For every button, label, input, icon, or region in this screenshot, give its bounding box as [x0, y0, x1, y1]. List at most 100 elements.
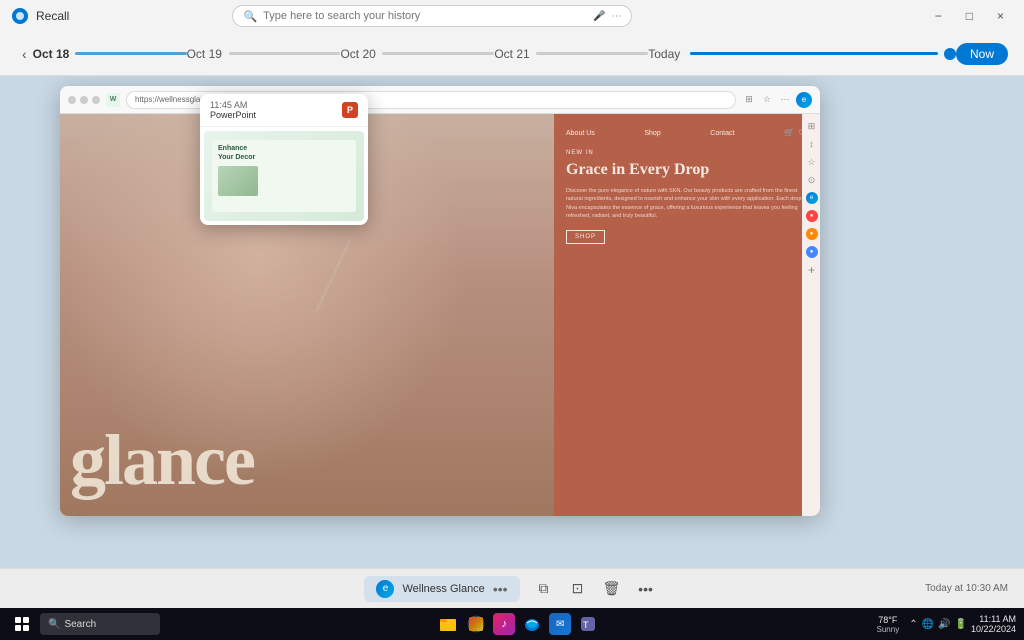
taskbar-teams[interactable]: T	[577, 613, 599, 635]
tray-network-icon[interactable]: 🌐	[922, 619, 934, 630]
win-system-tray: 78°F Sunny ⌃ 🌐 🔊 🔋 11:11 AM 10/22/2024	[877, 614, 1016, 634]
timeline-track-oct19	[229, 52, 341, 55]
now-button[interactable]: Now	[956, 43, 1008, 65]
right-bar-icon-4[interactable]: ⊙	[806, 174, 818, 186]
timeline-bar: ‹ Oct 18 Oct 19 Oct 20 Oct 21 Today Now	[0, 32, 1024, 76]
tray-sound-icon[interactable]: 🔊	[938, 619, 950, 630]
timeline-oct21-label[interactable]: Oct 21	[494, 47, 530, 61]
main-content: W https://wellnessglance.com ⊞ ☆ ⋯ e gla…	[0, 76, 1024, 568]
clock-date: 10/22/2024	[971, 624, 1016, 634]
dot-max	[92, 96, 100, 104]
taskbar-mail[interactable]: ✉	[549, 613, 571, 635]
browser-window: W https://wellnessglance.com ⊞ ☆ ⋯ e gla…	[60, 86, 820, 516]
recall-bottom-bar: e Wellness Glance ••• ⧉ ⊡ 🗑 ••• Today at…	[0, 568, 1024, 608]
active-app-pill[interactable]: e Wellness Glance •••	[364, 576, 519, 602]
timeline-oct19: Oct 19	[187, 47, 341, 61]
edge-pill-icon: e	[376, 580, 394, 598]
toolbar-settings-icon[interactable]: ⋯	[778, 93, 792, 107]
active-app-label: Wellness Glance	[402, 583, 484, 595]
cart-icon[interactable]: 🛒	[784, 128, 794, 138]
orange-icon[interactable]: ●	[806, 228, 818, 240]
browser-toolbar-icons: ⊞ ☆ ⋯ e	[742, 92, 812, 108]
start-icon	[15, 617, 29, 631]
search-icon: 🔍	[243, 10, 257, 23]
taskbar-action-icons: ⧉ ⊡ 🗑 •••	[530, 575, 660, 603]
close-button[interactable]: ×	[989, 7, 1012, 25]
timeline-track-oct21	[536, 52, 648, 55]
site-right-panel: About Us Shop Contact 🛒 ♡ NEW IN Grace i…	[554, 114, 820, 516]
timeline-oct18-label[interactable]: Oct 18	[33, 47, 70, 61]
right-bar-plus-icon[interactable]: +	[806, 264, 818, 276]
powerpoint-icon: P	[342, 102, 358, 118]
slide-image-placeholder	[218, 166, 258, 196]
slide-title: Enhance Your Decor	[218, 144, 350, 162]
timeline-track-oct20	[382, 52, 494, 55]
timeline-back-button[interactable]: ‹	[16, 42, 33, 66]
site-nav: About Us Shop Contact 🛒 ♡	[566, 128, 808, 138]
nav-about[interactable]: About Us	[566, 130, 595, 137]
toolbar-grid-icon[interactable]: ⊞	[742, 93, 756, 107]
browser-traffic-lights	[68, 96, 100, 104]
more-icon[interactable]: ⋯	[611, 11, 621, 22]
powerpoint-slide-preview[interactable]: Enhance Your Decor	[204, 131, 364, 221]
right-bar-icon-2[interactable]: ↕	[806, 138, 818, 150]
timeline-track-today	[690, 52, 938, 55]
timeline-track-oct18	[75, 52, 186, 55]
win-clock[interactable]: 11:11 AM 10/22/2024	[971, 614, 1016, 634]
search-input[interactable]	[263, 10, 587, 22]
app-title: Recall	[36, 9, 69, 23]
timeline-oct19-label[interactable]: Oct 19	[187, 47, 223, 61]
svg-text:T: T	[583, 620, 589, 630]
taskbar-media[interactable]: ♪	[493, 613, 515, 635]
weather-desc: Sunny	[877, 625, 900, 634]
window-controls: − □ ×	[927, 7, 1012, 25]
mic-icon[interactable]: 🎤	[593, 11, 605, 22]
windows-taskbar: 🔍 Search ♪ ✉ T	[0, 608, 1024, 640]
taskbar-photos[interactable]	[465, 613, 487, 635]
history-search-bar[interactable]: 🔍 🎤 ⋯	[232, 5, 632, 27]
action-copy-button[interactable]: ⧉	[530, 575, 558, 603]
blue-icon[interactable]: ●	[806, 246, 818, 258]
win-search-box[interactable]: 🔍 Search	[40, 613, 160, 635]
timeline-oct21: Oct 21	[494, 47, 648, 61]
tray-battery-icon[interactable]: 🔋	[955, 619, 967, 630]
popup-app-name: PowerPoint	[210, 110, 256, 120]
title-bar: Recall 🔍 🎤 ⋯ − □ ×	[0, 0, 1024, 32]
minimize-button[interactable]: −	[927, 7, 950, 25]
win-search-icon: 🔍	[48, 619, 60, 630]
red-icon[interactable]: ●	[806, 210, 818, 222]
active-app-more[interactable]: •••	[493, 581, 508, 597]
timeline-oct18: Oct 18	[33, 47, 187, 61]
action-delete-button[interactable]: 🗑	[598, 575, 626, 603]
popup-time: 11:45 AM	[210, 100, 256, 110]
browser-favicon: W	[106, 93, 120, 107]
right-bar-icon-1[interactable]: ⊞	[806, 120, 818, 132]
action-more-button[interactable]: •••	[632, 575, 660, 603]
edge-sidebar-icon[interactable]: e	[806, 192, 818, 204]
shop-button[interactable]: SHOP	[566, 230, 605, 244]
slide-inner: Enhance Your Decor	[212, 140, 356, 212]
nav-contact[interactable]: Contact	[710, 130, 734, 137]
browser-chrome: W https://wellnessglance.com ⊞ ☆ ⋯ e	[60, 86, 820, 114]
dot-close	[68, 96, 76, 104]
nav-shop[interactable]: Shop	[644, 130, 660, 137]
browser-right-bar: ⊞ ↕ ☆ ⊙ e ● ● ● +	[802, 114, 820, 516]
timeline-oct20-label[interactable]: Oct 20	[340, 47, 376, 61]
grace-description: Discover the pure elegance of nature wit…	[566, 187, 808, 220]
taskbar-edge[interactable]	[521, 613, 543, 635]
timeline-today-label[interactable]: Today	[648, 47, 684, 61]
start-button[interactable]	[8, 610, 36, 638]
timeline-oct20: Oct 20	[340, 47, 494, 61]
restore-button[interactable]: □	[958, 7, 981, 25]
right-bar-icon-3[interactable]: ☆	[806, 156, 818, 168]
grace-title: Grace in Every Drop	[566, 160, 808, 179]
tray-up-arrow[interactable]: ⌃	[909, 619, 917, 630]
toolbar-star-icon[interactable]: ☆	[760, 93, 774, 107]
edge-browser-icon: e	[796, 92, 812, 108]
popup-content: Enhance Your Decor	[200, 127, 368, 225]
clock-time: 11:11 AM	[979, 614, 1016, 624]
dot-min	[80, 96, 88, 104]
bottom-bar-right: Today at 10:30 AM	[660, 583, 1008, 594]
taskbar-file-explorer[interactable]	[437, 613, 459, 635]
action-save-button[interactable]: ⊡	[564, 575, 592, 603]
